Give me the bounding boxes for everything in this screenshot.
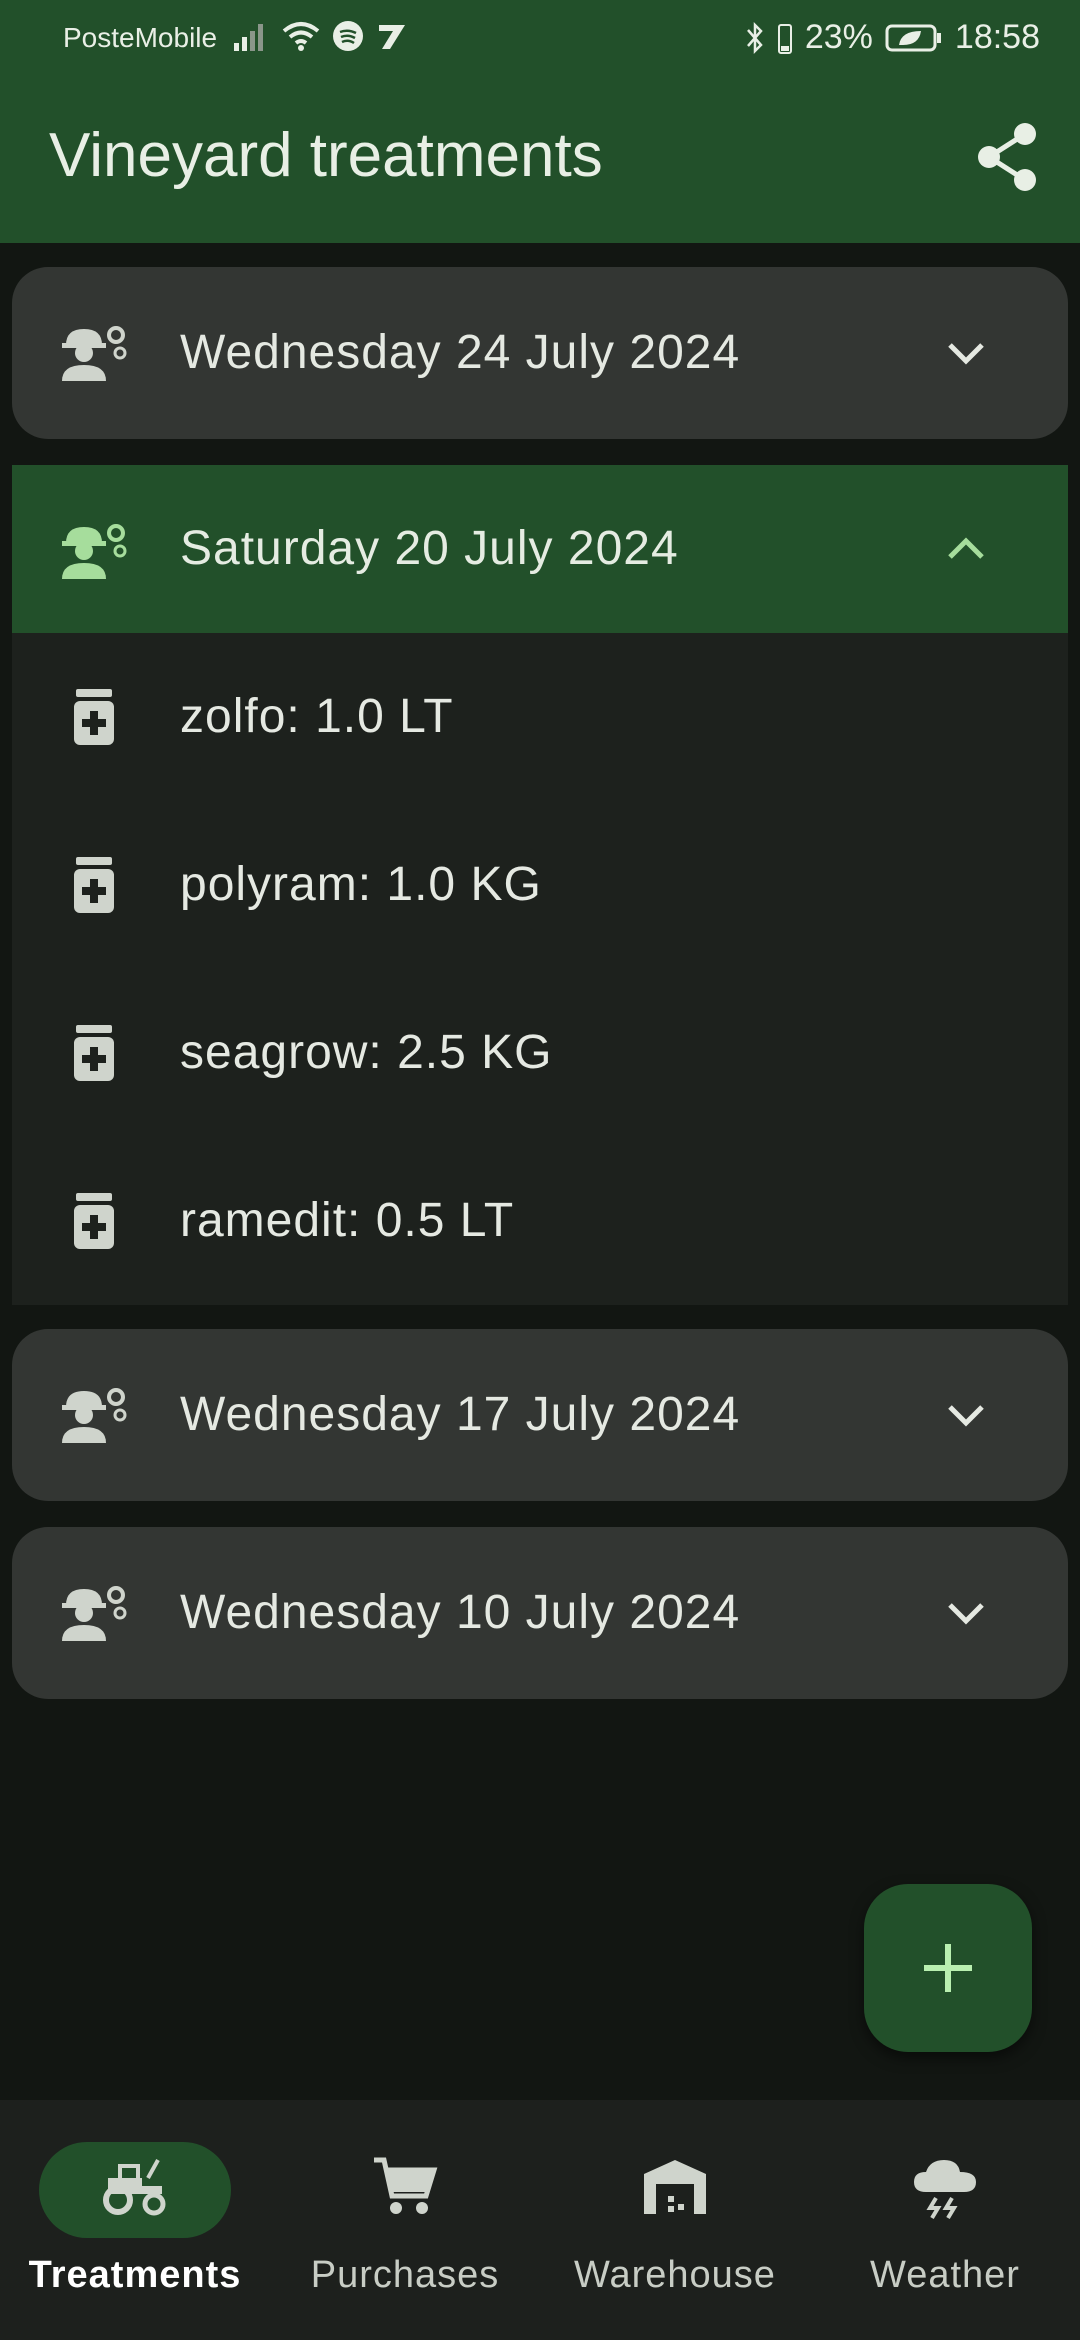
clock: 18:58 — [954, 18, 1040, 56]
worker-settings-icon — [62, 1586, 127, 1641]
medication-icon — [74, 1025, 114, 1081]
chevron-down-icon — [948, 1603, 984, 1625]
treatment-card[interactable]: Wednesday 17 July 2024 — [12, 1329, 1068, 1501]
treatment-card-header[interactable]: Saturday 20 July 2024 — [12, 465, 1068, 633]
product-label: zolfo: 1.0 LT — [180, 690, 454, 743]
nav-item-purchases[interactable]: Purchases — [270, 2100, 540, 2340]
top-app-bar: PosteMobile 23% 18:58 Vineyard treatment… — [0, 0, 1080, 243]
app-screen: PosteMobile 23% 18:58 Vineyard treatment… — [0, 0, 1080, 2340]
bluetooth-icon — [746, 21, 763, 54]
nav-item-weather[interactable]: Weather — [810, 2100, 1080, 2340]
status-icons-left — [234, 20, 408, 52]
product-list-item[interactable]: zolfo: 1.0 LT — [12, 633, 1068, 801]
page-title: Vineyard treatments — [49, 121, 603, 190]
treatment-date: Wednesday 24 July 2024 — [180, 326, 741, 379]
chevron-down-icon — [948, 1405, 984, 1427]
treatment-card-header[interactable]: Wednesday 17 July 2024 — [12, 1329, 1068, 1501]
product-list-item[interactable]: polyram: 1.0 KG — [12, 801, 1068, 969]
treatment-card[interactable]: Wednesday 10 July 2024 — [12, 1527, 1068, 1699]
battery-percent: 23% — [804, 18, 873, 56]
treatment-date: Saturday 20 July 2024 — [180, 522, 679, 575]
spotify-icon — [333, 21, 363, 51]
signal-icon — [234, 24, 263, 51]
nav-label: Weather — [870, 2254, 1020, 2296]
worker-settings-icon — [62, 326, 127, 381]
tractor-icon — [103, 2159, 166, 2216]
treatment-date: Wednesday 17 July 2024 — [180, 1388, 741, 1441]
treatment-card-header[interactable]: Wednesday 10 July 2024 — [12, 1527, 1068, 1699]
medication-icon — [74, 689, 114, 745]
treatment-date: Wednesday 10 July 2024 — [180, 1586, 741, 1639]
medication-icon — [74, 857, 114, 913]
product-label: seagrow: 2.5 KG — [180, 1026, 553, 1079]
wifi-icon — [282, 22, 320, 51]
status-bar: PosteMobile 23% 18:58 — [0, 0, 1080, 76]
carrier-label: PosteMobile — [63, 22, 218, 53]
product-list-item[interactable]: ramedit: 0.5 LT — [12, 1137, 1068, 1305]
nav-item-treatments[interactable]: Treatments — [0, 2100, 270, 2340]
battery-small-icon — [777, 23, 792, 54]
storm-icon — [914, 2160, 976, 2220]
treatment-card-expanded: Saturday 20 July 2024 zolfo: 1.0 LT poly… — [12, 465, 1068, 1305]
chevron-up-icon — [948, 537, 984, 559]
worker-settings-icon — [62, 1388, 127, 1443]
nav-item-warehouse[interactable]: Warehouse — [540, 2100, 810, 2340]
product-list-item[interactable]: seagrow: 2.5 KG — [12, 969, 1068, 1137]
status-icons-right: 23% 18:58 — [745, 18, 1040, 57]
battery-saver-icon — [885, 24, 941, 51]
cart-icon — [374, 2157, 438, 2214]
nav-label: Purchases — [310, 2254, 500, 2296]
bottom-navigation: Treatments Purchases Warehouse Weather — [0, 2100, 1080, 2340]
treatment-card-header[interactable]: Wednesday 24 July 2024 — [12, 267, 1068, 439]
product-label: ramedit: 0.5 LT — [180, 1194, 515, 1247]
product-label: polyram: 1.0 KG — [180, 858, 542, 911]
warehouse-icon — [644, 2160, 706, 2214]
chevron-down-icon — [948, 343, 984, 365]
plus-icon — [924, 1944, 972, 1992]
medication-icon — [74, 1193, 114, 1249]
share-icon — [978, 123, 1036, 191]
nav-label: Warehouse — [574, 2254, 776, 2296]
treatment-card[interactable]: Wednesday 24 July 2024 — [12, 267, 1068, 439]
add-treatment-button[interactable] — [864, 1884, 1032, 2052]
worker-settings-icon — [62, 524, 127, 579]
share-button[interactable] — [975, 122, 1041, 192]
app-notification-icon — [379, 25, 405, 49]
nav-label: Treatments — [28, 2254, 242, 2296]
